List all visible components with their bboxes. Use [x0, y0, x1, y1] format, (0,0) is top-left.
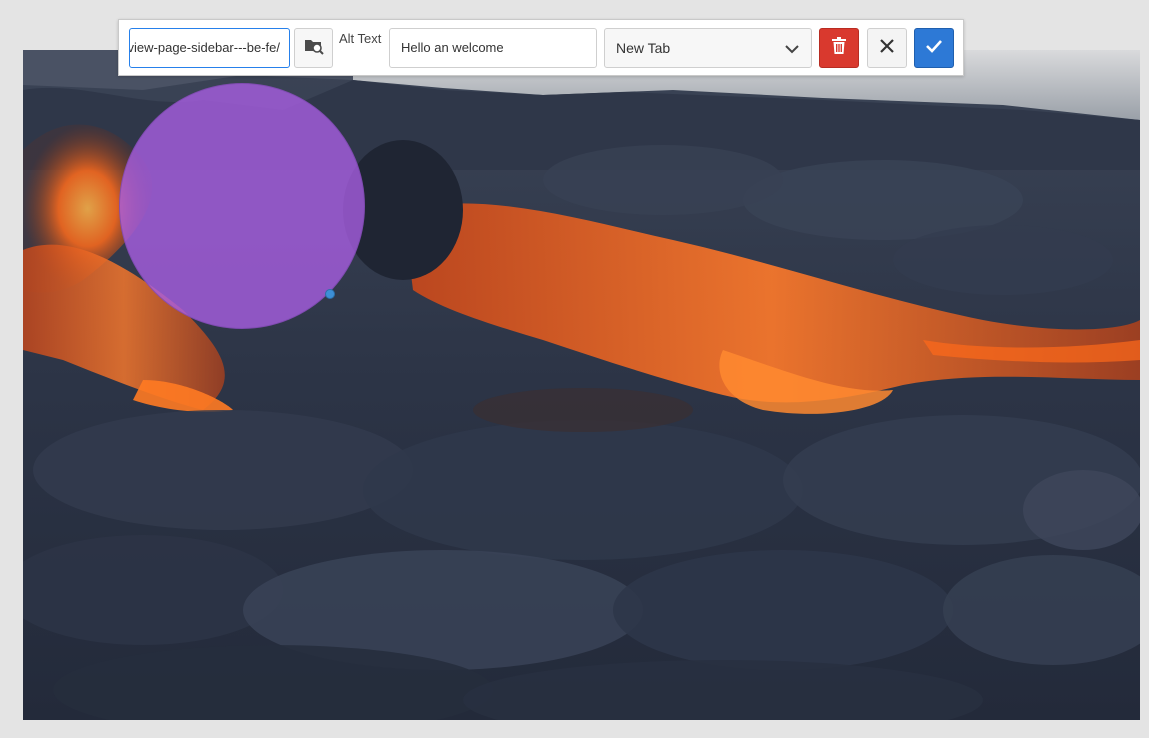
chevron-down-icon: [784, 41, 800, 57]
confirm-button[interactable]: [914, 28, 954, 68]
close-icon: [879, 38, 895, 59]
hotspot-edit-toolbar: /content/we-retail/language-masters/en/e…: [118, 19, 964, 76]
folder-search-icon: [304, 37, 324, 60]
image-map-editor: /content/we-retail/language-masters/en/e…: [0, 0, 1149, 738]
delete-hotspot-button[interactable]: [819, 28, 859, 68]
alt-text-label: Alt Text: [339, 31, 382, 46]
cancel-button[interactable]: [867, 28, 907, 68]
link-target-select[interactable]: New Tab: [604, 28, 812, 68]
link-target-value: New Tab: [616, 40, 671, 56]
link-path-input[interactable]: /content/we-retail/language-masters/en/e…: [129, 28, 290, 68]
alt-text-input[interactable]: Hello an welcome: [389, 28, 597, 68]
hotspot-resize-handle[interactable]: [325, 289, 335, 299]
browse-link-button[interactable]: [294, 28, 333, 68]
trash-icon: [831, 36, 847, 60]
checkmark-icon: [925, 38, 943, 59]
